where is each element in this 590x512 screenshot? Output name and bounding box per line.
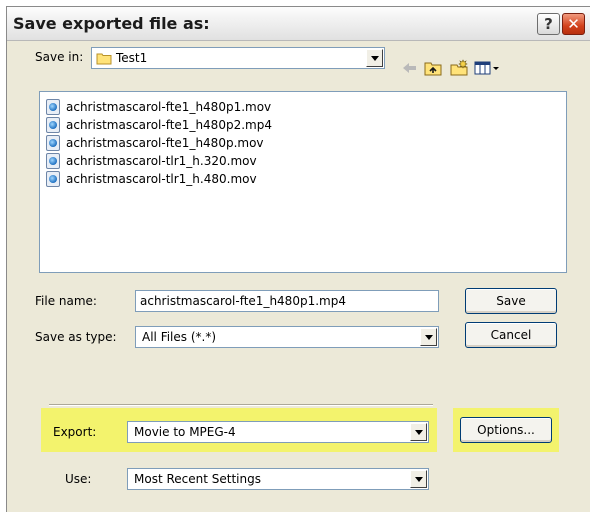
save-as-type-label: Save as type:	[35, 330, 117, 344]
file-name-label: File name:	[35, 294, 97, 308]
use-label: Use:	[65, 472, 92, 486]
save-button[interactable]: Save	[465, 288, 557, 314]
file-list[interactable]: achristmascarol-fte1_h480p1.mov achristm…	[39, 91, 567, 273]
view-menu-icon[interactable]	[473, 59, 501, 77]
new-folder-icon[interactable]	[449, 59, 469, 77]
quicktime-file-icon	[46, 171, 60, 187]
close-button[interactable]: ✕	[562, 13, 585, 35]
options-button[interactable]: Options...	[460, 417, 552, 443]
help-button[interactable]: ?	[537, 13, 560, 35]
chevron-down-icon[interactable]	[410, 470, 427, 488]
chevron-down-icon[interactable]	[410, 423, 427, 441]
back-arrow-icon[interactable]	[399, 59, 419, 77]
save-as-type-value: All Files (*.*)	[142, 330, 217, 344]
export-dropdown[interactable]: Movie to MPEG-4	[127, 421, 429, 443]
title-bar[interactable]: Save exported file as: ? ✕	[7, 7, 590, 41]
up-folder-icon[interactable]	[423, 59, 443, 77]
use-dropdown[interactable]: Most Recent Settings	[127, 468, 429, 490]
chevron-down-icon[interactable]	[420, 328, 437, 346]
file-name-field[interactable]: achristmascarol-fte1_h480p1.mp4	[135, 290, 439, 312]
quicktime-file-icon	[46, 153, 60, 169]
save-in-label: Save in:	[35, 50, 84, 64]
quicktime-file-icon	[46, 117, 60, 133]
folder-icon	[96, 52, 112, 65]
use-value: Most Recent Settings	[134, 472, 261, 486]
dialog-title: Save exported file as:	[13, 14, 210, 33]
quicktime-file-icon	[46, 99, 60, 115]
export-label: Export:	[53, 425, 97, 439]
save-in-dropdown[interactable]: Test1	[91, 47, 385, 69]
separator	[49, 404, 433, 406]
export-value: Movie to MPEG-4	[134, 425, 236, 439]
save-as-type-dropdown[interactable]: All Files (*.*)	[135, 326, 439, 348]
save-dialog: Save exported file as: ? ✕ Save in: Test…	[6, 6, 590, 512]
quicktime-file-icon	[46, 135, 60, 151]
chevron-down-icon[interactable]	[366, 49, 383, 67]
save-in-value: Test1	[116, 51, 148, 65]
cancel-button[interactable]: Cancel	[465, 322, 557, 348]
